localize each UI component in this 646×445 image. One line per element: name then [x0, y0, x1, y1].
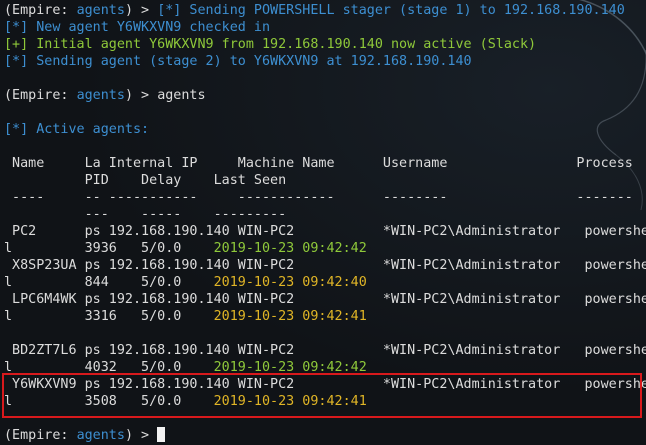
kali-dragon-watermark — [578, 0, 646, 210]
last-seen-date: 2019-10-23 09:42:42 — [213, 241, 367, 256]
command-prompt[interactable]: (Empire: agents) > — [4, 427, 166, 444]
table-separator-row-2: --- ----- --------- — [4, 207, 287, 222]
last-seen-date: 2019-10-23 09:42:41 — [213, 309, 367, 324]
agent-row-pc2-details: l 3936 5/0.0 2019-10-23 09:42:42 — [4, 240, 367, 257]
agent-row-x8sp23ua-details: l 844 5/0.0 2019-10-23 09:42:40 — [4, 274, 367, 291]
output-line-agent-active: [+] Initial agent Y6WKXVN9 from 192.168.… — [4, 37, 537, 52]
output-line-sending-stager: (Empire: agents) > [*] Sending POWERSHEL… — [4, 2, 625, 19]
active-agents-heading: [*] Active agents: — [4, 122, 150, 137]
prompt-prefix: (Empire: — [4, 88, 77, 103]
prompt-suffix: ) > — [124, 428, 158, 443]
agent-details: l 3316 5/0.0 — [4, 309, 214, 324]
prompt-context: agents — [76, 3, 125, 18]
prompt-prefix: (Empire: — [4, 3, 77, 18]
agent-details: l 3936 5/0.0 — [4, 241, 214, 256]
last-seen-date: 2019-10-23 09:42:40 — [213, 275, 367, 290]
typed-command: agents — [157, 88, 206, 103]
output-line-new-agent: [*] New agent Y6WKXVN9 checked in — [4, 20, 271, 35]
prompt-context: agents — [76, 88, 125, 103]
agent-details: l 844 5/0.0 — [4, 275, 214, 290]
command-line-agents: (Empire: agents) > agents — [4, 87, 206, 104]
stager-message: [*] Sending POWERSHELL stager (stage 1) … — [157, 3, 625, 18]
agent-row-bd2zt7l6: BD2ZT7L6 ps 192.168.190.140 WIN-PC2 *WIN… — [4, 343, 646, 358]
table-header-row-2: PID Delay Last Seen — [4, 173, 287, 188]
table-header-row-1: Name La Internal IP Machine Name Usernam… — [4, 156, 633, 171]
terminal-window[interactable]: (Empire: agents) > [*] Sending POWERSHEL… — [0, 0, 646, 445]
agent-row-x8sp23ua: X8SP23UA ps 192.168.190.140 WIN-PC2 *WIN… — [4, 258, 646, 273]
prompt-suffix: ) > — [124, 3, 158, 18]
output-line-sending-agent: [*] Sending agent (stage 2) to Y6WKXVN9 … — [4, 54, 472, 69]
table-separator-row-1: ---- -- ----------- ------------ -------… — [4, 190, 633, 205]
agent-row-lpc6m4wk-details: l 3316 5/0.0 2019-10-23 09:42:41 — [4, 308, 367, 325]
prompt-prefix: (Empire: — [4, 428, 77, 443]
prompt-suffix: ) > — [124, 88, 158, 103]
prompt-context: agents — [76, 428, 125, 443]
agent-row-pc2: PC2 ps 192.168.190.140 WIN-PC2 *WIN-PC2\… — [4, 224, 646, 239]
agent-row-lpc6m4wk: LPC6M4WK ps 192.168.190.140 WIN-PC2 *WIN… — [4, 292, 646, 307]
highlight-box-new-agent — [2, 373, 642, 418]
text-cursor[interactable] — [157, 427, 166, 442]
